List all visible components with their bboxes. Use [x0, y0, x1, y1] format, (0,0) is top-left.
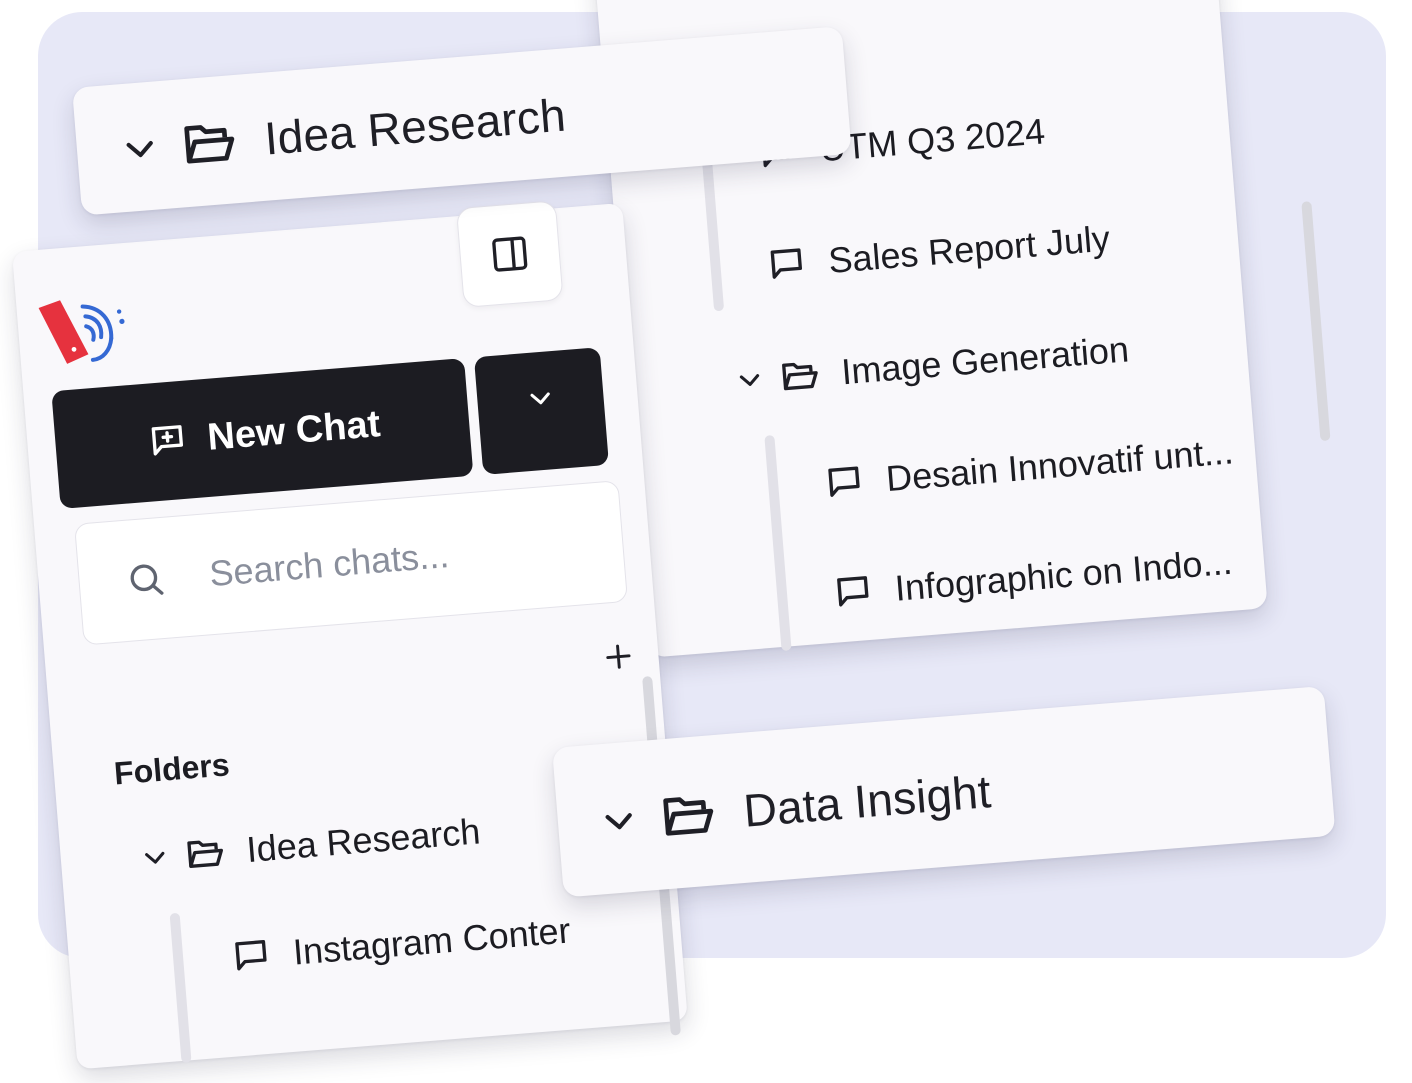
chat-title: UTM Q3 2024	[817, 110, 1047, 170]
chat-item[interactable]: Infographic on Indo...	[832, 541, 1234, 615]
message-square-icon	[837, 576, 869, 607]
chevron-down-icon	[605, 813, 632, 830]
folder-open-icon	[663, 797, 714, 836]
plus-icon	[606, 644, 631, 669]
chat-title: Desain Innovatif unt...	[884, 430, 1235, 500]
chevron-down-icon	[145, 851, 165, 864]
message-square-icon	[770, 248, 803, 279]
search-icon	[130, 564, 164, 595]
folder-title: Idea Research	[245, 810, 482, 871]
search-input[interactable]: Search chats...	[208, 534, 451, 595]
chevron-down-icon	[126, 141, 153, 158]
tree-guide-line	[764, 434, 792, 652]
tree-guide-line	[169, 912, 192, 1064]
folder-item-idea-research[interactable]: Idea Research	[139, 810, 482, 879]
chat-item[interactable]: Instagram Conter	[230, 909, 572, 978]
add-folder-button[interactable]	[601, 639, 635, 673]
new-chat-options-button[interactable]	[473, 347, 609, 475]
message-square-icon	[235, 940, 267, 971]
message-square-plus-icon	[151, 425, 184, 456]
folders-heading: Folders	[112, 746, 231, 792]
toggle-sidebar-button[interactable]	[455, 200, 564, 308]
brand-logo	[34, 290, 140, 378]
chat-title: Instagram Conter	[291, 909, 572, 973]
search-field[interactable]: Search chats...	[74, 480, 629, 646]
chat-title: Sales Report July	[826, 217, 1112, 282]
folder-open-icon	[187, 840, 224, 868]
folder-open-icon	[184, 125, 235, 164]
new-chat-label: New Chat	[205, 402, 382, 459]
chat-item[interactable]: Desain Innovatif unt...	[823, 430, 1235, 505]
new-chat-button[interactable]: New Chat	[51, 358, 474, 509]
panel-right-icon	[492, 236, 528, 272]
folder-title: Data Insight	[741, 765, 993, 837]
chevron-down-icon	[739, 374, 760, 386]
folder-title: Idea Research	[262, 88, 568, 165]
folder-open-icon	[782, 362, 818, 391]
chevron-down-icon	[530, 392, 550, 405]
message-square-icon	[828, 466, 860, 497]
chat-item[interactable]: Sales Report July	[765, 218, 1111, 287]
folder-item-image-generation[interactable]: Image Generation	[734, 328, 1130, 401]
folder-title: Image Generation	[839, 328, 1131, 393]
chat-title: Infographic on Indo...	[893, 540, 1234, 609]
sidebar: New Chat Search chats... Folders Idea Re…	[12, 200, 688, 1070]
